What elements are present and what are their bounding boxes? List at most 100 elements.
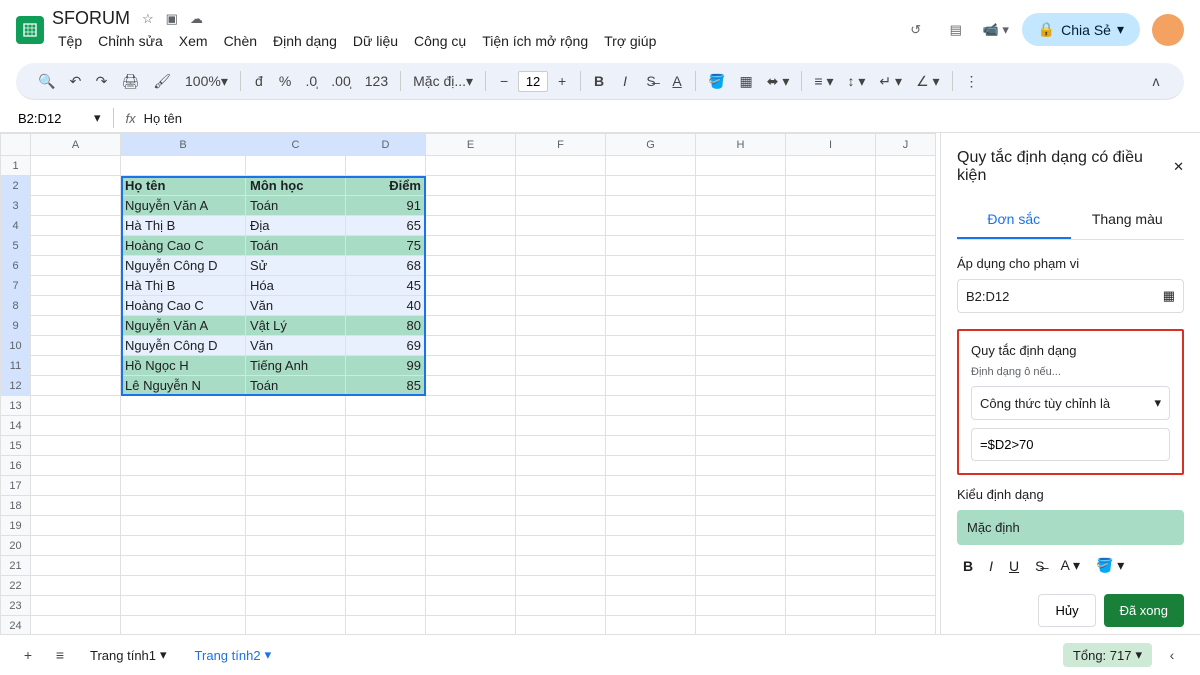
cell-J22[interactable] bbox=[876, 576, 936, 596]
cell-B7[interactable]: Hà Thị B bbox=[121, 276, 246, 296]
row-header-1[interactable]: 1 bbox=[1, 156, 31, 176]
cell-A19[interactable] bbox=[31, 516, 121, 536]
tab-single-color[interactable]: Đơn sắc bbox=[957, 201, 1071, 239]
cell-J11[interactable] bbox=[876, 356, 936, 376]
cell-H2[interactable] bbox=[696, 176, 786, 196]
col-header-C[interactable]: C bbox=[246, 134, 346, 156]
explore-icon[interactable]: ‹ bbox=[1160, 641, 1184, 669]
col-header-A[interactable]: A bbox=[31, 134, 121, 156]
cell-A1[interactable] bbox=[31, 156, 121, 176]
cell-G24[interactable] bbox=[606, 616, 696, 636]
cell-F12[interactable] bbox=[516, 376, 606, 396]
undo-icon[interactable]: ↶ bbox=[63, 67, 87, 95]
cell-E5[interactable] bbox=[426, 236, 516, 256]
fill-color-icon[interactable]: 🪣 bbox=[702, 67, 731, 95]
cell-A22[interactable] bbox=[31, 576, 121, 596]
row-header-10[interactable]: 10 bbox=[1, 336, 31, 356]
cell-A12[interactable] bbox=[31, 376, 121, 396]
cell-A15[interactable] bbox=[31, 436, 121, 456]
cell-A20[interactable] bbox=[31, 536, 121, 556]
cell-I3[interactable] bbox=[786, 196, 876, 216]
cell-H12[interactable] bbox=[696, 376, 786, 396]
cell-H9[interactable] bbox=[696, 316, 786, 336]
cell-B14[interactable] bbox=[121, 416, 246, 436]
cell-F2[interactable] bbox=[516, 176, 606, 196]
cell-A16[interactable] bbox=[31, 456, 121, 476]
cell-E11[interactable] bbox=[426, 356, 516, 376]
cell-B16[interactable] bbox=[121, 456, 246, 476]
cell-D6[interactable]: 68 bbox=[346, 256, 426, 276]
zoom-dropdown[interactable]: 100% ▾ bbox=[179, 67, 234, 95]
more-icon[interactable]: ⋮ bbox=[959, 67, 985, 95]
cell-H17[interactable] bbox=[696, 476, 786, 496]
cell-I4[interactable] bbox=[786, 216, 876, 236]
cell-H24[interactable] bbox=[696, 616, 786, 636]
cell-F23[interactable] bbox=[516, 596, 606, 616]
cell-E21[interactable] bbox=[426, 556, 516, 576]
cell-B8[interactable]: Hoàng Cao C bbox=[121, 296, 246, 316]
cell-J5[interactable] bbox=[876, 236, 936, 256]
cell-I19[interactable] bbox=[786, 516, 876, 536]
cell-I14[interactable] bbox=[786, 416, 876, 436]
cell-G15[interactable] bbox=[606, 436, 696, 456]
cell-I24[interactable] bbox=[786, 616, 876, 636]
cell-E7[interactable] bbox=[426, 276, 516, 296]
cell-J1[interactable] bbox=[876, 156, 936, 176]
cell-G18[interactable] bbox=[606, 496, 696, 516]
formula-input[interactable] bbox=[971, 428, 1170, 461]
cell-C12[interactable]: Toán bbox=[246, 376, 346, 396]
done-button[interactable]: Đã xong bbox=[1104, 594, 1184, 627]
decimal-dec-icon[interactable]: .0̩ bbox=[299, 67, 323, 95]
font-inc[interactable]: + bbox=[550, 67, 574, 95]
row-header-17[interactable]: 17 bbox=[1, 476, 31, 496]
col-header-B[interactable]: B bbox=[121, 134, 246, 156]
cell-B17[interactable] bbox=[121, 476, 246, 496]
cell-J21[interactable] bbox=[876, 556, 936, 576]
wrap-icon[interactable]: ↵ ▾ bbox=[873, 67, 908, 95]
valign-icon[interactable]: ↕ ▾ bbox=[841, 67, 871, 95]
cell-F22[interactable] bbox=[516, 576, 606, 596]
comment-icon[interactable]: ▤ bbox=[942, 16, 970, 44]
row-header-24[interactable]: 24 bbox=[1, 616, 31, 636]
row-header-19[interactable]: 19 bbox=[1, 516, 31, 536]
cell-A8[interactable] bbox=[31, 296, 121, 316]
borders-icon[interactable]: ▦ bbox=[734, 67, 759, 95]
col-header-I[interactable]: I bbox=[786, 134, 876, 156]
cell-D24[interactable] bbox=[346, 616, 426, 636]
cell-C17[interactable] bbox=[246, 476, 346, 496]
cell-reference[interactable] bbox=[16, 109, 86, 128]
strike-icon[interactable]: S̶ bbox=[639, 67, 663, 95]
menu-help[interactable]: Trợ giúp bbox=[598, 31, 662, 51]
cell-F6[interactable] bbox=[516, 256, 606, 276]
sum-badge[interactable]: Tổng: 717 ▾ bbox=[1063, 643, 1152, 667]
close-icon[interactable]: ✕ bbox=[1173, 159, 1184, 175]
cell-J8[interactable] bbox=[876, 296, 936, 316]
sheet-tab-2[interactable]: Trang tính2 ▾ bbox=[185, 641, 282, 669]
cell-D16[interactable] bbox=[346, 456, 426, 476]
row-header-9[interactable]: 9 bbox=[1, 316, 31, 336]
cell-H7[interactable] bbox=[696, 276, 786, 296]
cell-B18[interactable] bbox=[121, 496, 246, 516]
cell-F10[interactable] bbox=[516, 336, 606, 356]
cell-I11[interactable] bbox=[786, 356, 876, 376]
cell-B6[interactable]: Nguyễn Công D bbox=[121, 256, 246, 276]
style-text-color[interactable]: A ▾ bbox=[1054, 553, 1085, 578]
cell-D1[interactable] bbox=[346, 156, 426, 176]
grid-icon[interactable]: ▦ bbox=[1163, 288, 1175, 304]
row-header-4[interactable]: 4 bbox=[1, 216, 31, 236]
cell-F17[interactable] bbox=[516, 476, 606, 496]
cell-F9[interactable] bbox=[516, 316, 606, 336]
cell-H21[interactable] bbox=[696, 556, 786, 576]
decimal-inc-icon[interactable]: .00̩ bbox=[325, 67, 356, 95]
cell-D17[interactable] bbox=[346, 476, 426, 496]
menu-edit[interactable]: Chỉnh sửa bbox=[92, 31, 169, 51]
cell-I8[interactable] bbox=[786, 296, 876, 316]
cell-I12[interactable] bbox=[786, 376, 876, 396]
col-header-H[interactable]: H bbox=[696, 134, 786, 156]
cell-H15[interactable] bbox=[696, 436, 786, 456]
cell-I23[interactable] bbox=[786, 596, 876, 616]
cell-I5[interactable] bbox=[786, 236, 876, 256]
cell-I1[interactable] bbox=[786, 156, 876, 176]
cell-A6[interactable] bbox=[31, 256, 121, 276]
cell-G7[interactable] bbox=[606, 276, 696, 296]
